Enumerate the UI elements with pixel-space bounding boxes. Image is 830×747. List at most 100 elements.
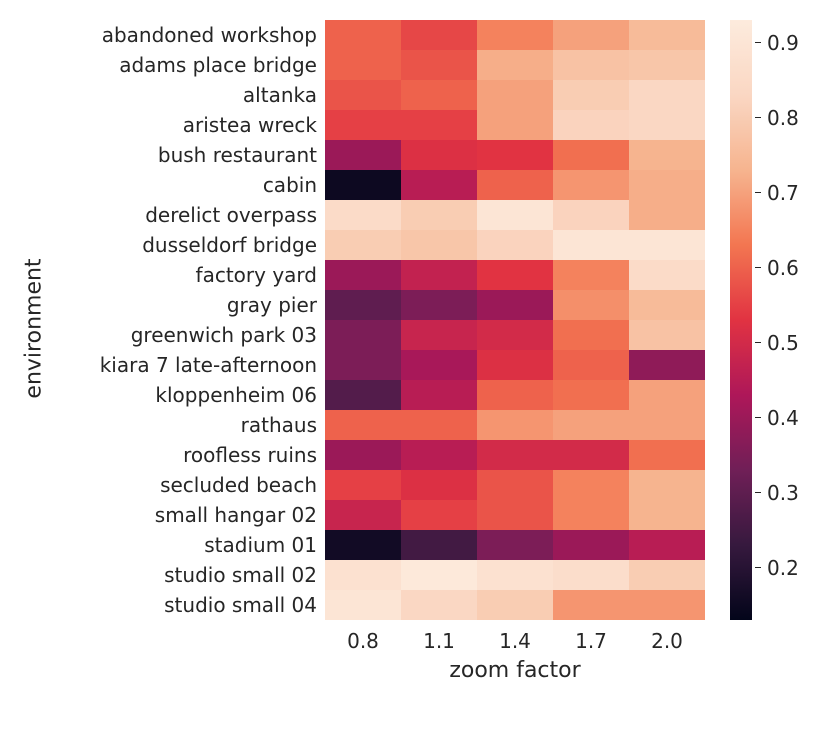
tick-mark [755,342,761,343]
heatmap-cell [553,80,629,110]
heatmap-cell [401,50,477,80]
heatmap-cell [325,230,401,260]
heatmap-cell [401,80,477,110]
heatmap-cell [325,290,401,320]
heatmap-cell [325,320,401,350]
heatmap-cell [553,290,629,320]
heatmap-cell [325,20,401,50]
x-axis-label: zoom factor [325,658,705,683]
heatmap-cell [325,260,401,290]
tick-mark [755,567,761,568]
colorbar-tick-label: 0.9 [767,31,799,55]
x-axis-label-text: zoom factor [449,658,580,683]
colorbar-tick-label: 0.6 [767,256,799,280]
heatmap-cell [477,110,553,140]
colorbar-tick: 0.5 [755,331,799,355]
heatmap-cell [553,320,629,350]
y-tick-label: factory yard [48,260,325,290]
heatmap-cell [477,380,553,410]
colorbar-tick-label: 0.8 [767,106,799,130]
heatmap-cell [553,590,629,620]
y-tick-label: kiara 7 late-afternoon [48,350,325,380]
heatmap-cell [553,350,629,380]
heatmap-cell [553,530,629,560]
heatmap-cell [629,530,705,560]
heatmap-cell [401,140,477,170]
heatmap-cell [477,560,553,590]
heatmap-cell [325,50,401,80]
heatmap-cell [629,110,705,140]
colorbar-ticks: 0.20.30.40.50.60.70.80.9 [755,20,815,620]
heatmap-cell [477,50,553,80]
tick-mark [755,267,761,268]
colorbar-tick: 0.4 [755,406,799,430]
heatmap-cell [325,560,401,590]
heatmap-cell [401,20,477,50]
heatmap-cell [553,200,629,230]
heatmap-cell [553,560,629,590]
heatmap-cell [401,440,477,470]
x-tick-label: 0.8 [325,625,401,655]
y-tick-label: gray pier [48,290,325,320]
heatmap-cell [553,410,629,440]
heatmap-cell [401,410,477,440]
heatmap-cell [401,110,477,140]
tick-mark [755,42,761,43]
y-tick-label: adams place bridge [48,50,325,80]
x-tick-labels: 0.81.11.41.72.0 [325,625,705,655]
tick-mark [755,117,761,118]
colorbar-tick: 0.6 [755,256,799,280]
heatmap-cell [629,500,705,530]
colorbar-tick: 0.9 [755,31,799,55]
heatmap-cell [553,20,629,50]
heatmap-cell [553,440,629,470]
y-tick-label: studio small 02 [48,560,325,590]
heatmap-cell [629,380,705,410]
heatmap-cell [477,20,553,50]
heatmap-cell [629,290,705,320]
heatmap-cell [401,500,477,530]
heatmap-cell [401,530,477,560]
y-tick-label: bush restaurant [48,140,325,170]
heatmap-cell [401,290,477,320]
colorbar-tick-label: 0.4 [767,406,799,430]
heatmap-cell [629,20,705,50]
x-tick-label: 2.0 [629,625,705,655]
heatmap-cell [401,380,477,410]
heatmap-cell [401,170,477,200]
heatmap-cell [477,260,553,290]
heatmap-cell [553,170,629,200]
heatmap-cell [477,530,553,560]
y-tick-label: abandoned workshop [48,20,325,50]
heatmap-cell [477,440,553,470]
heatmap-cell [325,110,401,140]
heatmap-cell [325,440,401,470]
y-tick-labels: abandoned workshopadams place bridgealta… [48,20,325,620]
x-tick-label: 1.1 [401,625,477,655]
y-axis-label: environment [20,0,48,657]
heatmap-cell [553,140,629,170]
heatmap-cell [477,320,553,350]
x-tick-label: 1.7 [553,625,629,655]
heatmap-cell [401,470,477,500]
heatmap-cell [401,260,477,290]
heatmap-cell [477,500,553,530]
heatmap-cell [629,230,705,260]
heatmap-cell [477,590,553,620]
heatmap-cell [325,200,401,230]
heatmap-cell [325,590,401,620]
heatmap-cell [325,500,401,530]
y-tick-label: secluded beach [48,470,325,500]
colorbar-tick: 0.2 [755,556,799,580]
heatmap-cell [325,470,401,500]
heatmap-cell [629,440,705,470]
heatmap-cell [401,560,477,590]
colorbar-tick-label: 0.7 [767,181,799,205]
heatmap-cell [553,500,629,530]
y-tick-label: dusseldorf bridge [48,230,325,260]
heatmap-cell [629,170,705,200]
colorbar-tick-label: 0.2 [767,556,799,580]
heatmap-cell [629,260,705,290]
y-tick-label: altanka [48,80,325,110]
y-tick-label: roofless ruins [48,440,325,470]
